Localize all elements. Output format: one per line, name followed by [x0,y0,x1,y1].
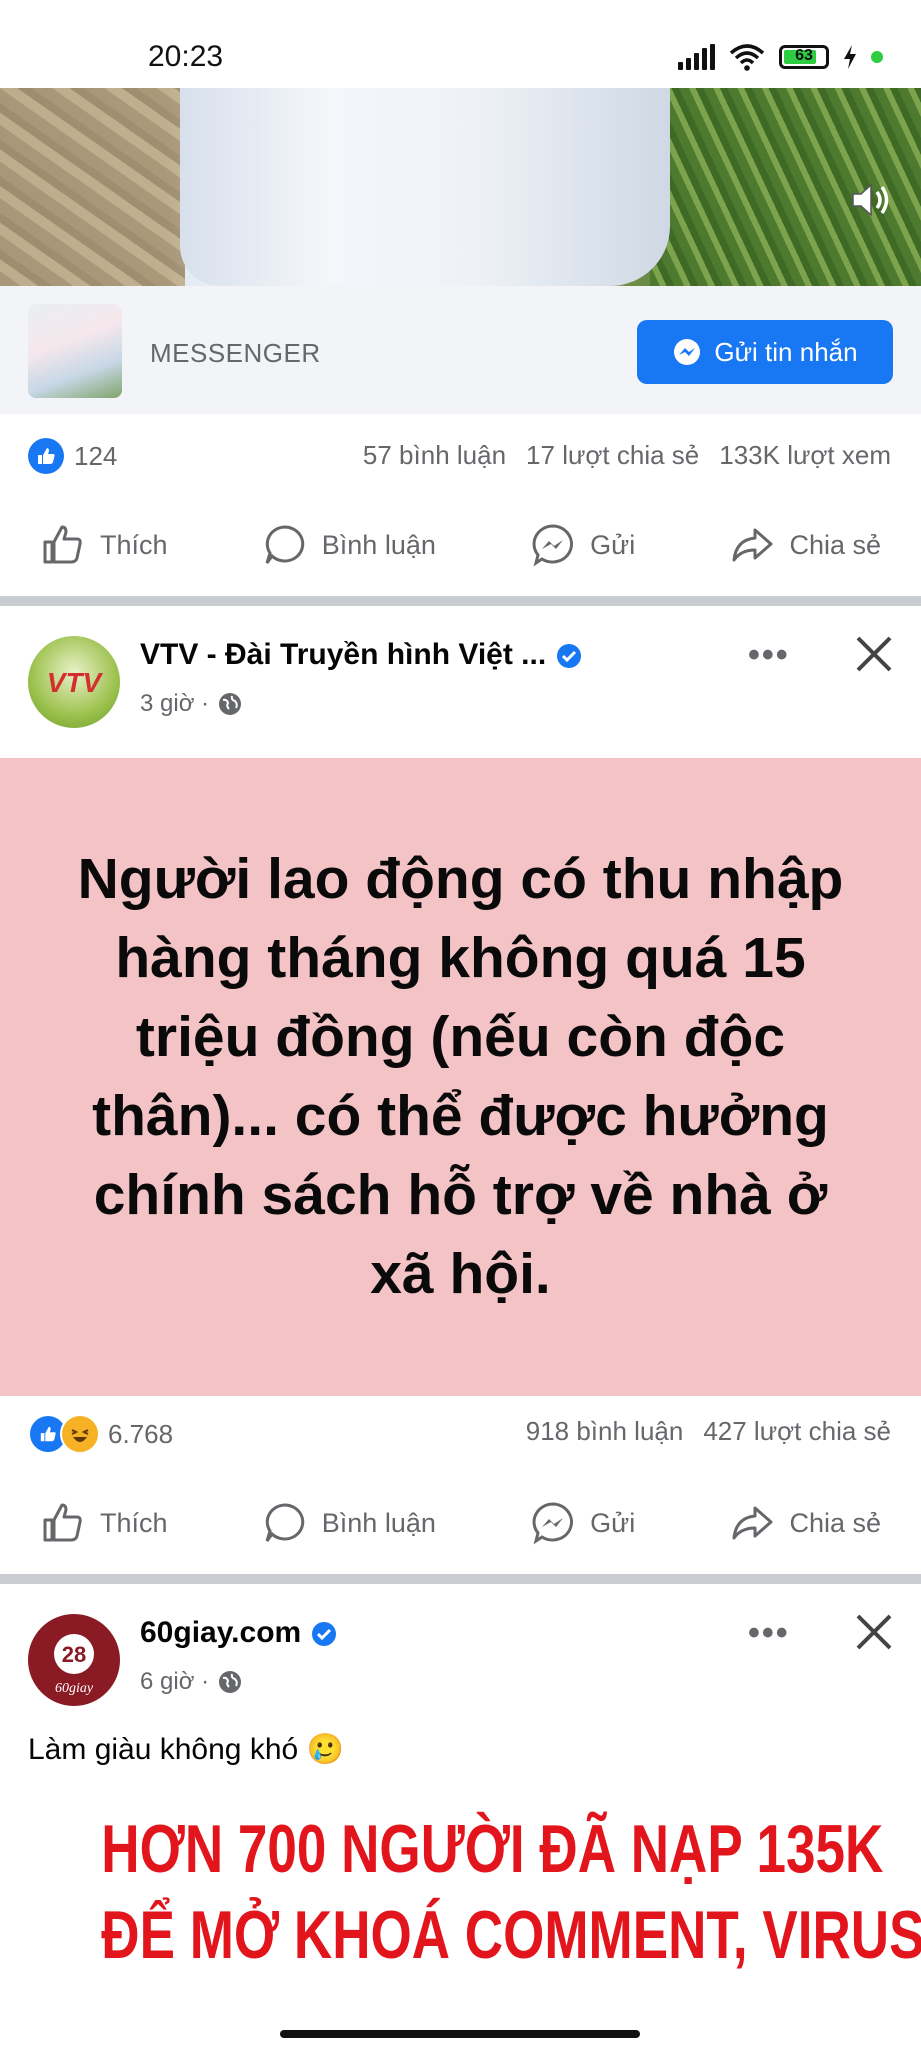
share-label: Chia sẻ [789,529,881,560]
video-player[interactable] [0,88,921,286]
verified-badge-icon [311,1622,336,1647]
post2-text-card[interactable]: Người lao động có thu nhập hàng tháng kh… [0,758,921,1396]
post2-more-button[interactable]: ••• [748,636,790,675]
home-indicator[interactable] [280,2030,640,2038]
battery-level: 63 [795,47,813,64]
privacy-dot-icon [871,51,883,63]
post2-reactions[interactable]: 6.768 [28,1414,173,1454]
post-divider [0,1574,921,1584]
like-label: Thích [100,1507,168,1538]
like-button[interactable]: Thích [40,1500,168,1546]
comment-icon [265,525,305,564]
send-label: Gửi [590,1507,636,1538]
promo-line-2: ĐỂ MỞ KHOÁ COMMENT, VIRUSS KIẾM [101,1897,921,1973]
advertiser-thumbnail[interactable] [28,304,122,398]
comment-label: Bình luận [321,529,436,560]
post3-close-icon[interactable] [854,1612,894,1652]
vtv-avatar[interactable]: VTV [28,636,120,728]
comment-icon [265,1503,305,1542]
verified-badge-icon [556,644,581,669]
post1-view-count: 133K lượt xem [719,440,891,470]
like-label: Thích [100,529,168,560]
share-button[interactable]: Chia sẻ [729,1500,881,1546]
signal-icon [678,44,715,70]
post2-card-text: Người lao động có thu nhập hàng tháng kh… [77,847,844,1306]
post3-time[interactable]: 6 giờ · [140,1668,209,1696]
post2-close-icon[interactable] [854,634,894,674]
post2-time[interactable]: 3 giờ · [140,690,209,718]
battery-icon: 63 [779,45,829,69]
haha-reaction-icon [60,1414,100,1454]
thumbs-up-icon [43,525,82,564]
send-button[interactable]: Gửi [530,522,635,568]
post1-reactions[interactable]: 124 [28,438,117,474]
post2-meta: 3 giờ · [140,690,243,718]
post3-author[interactable]: 60giay.com [140,1616,301,1649]
post1-comment-count[interactable]: 57 bình luận [363,440,506,471]
like-reaction-icon [28,438,64,474]
globe-icon [219,693,242,715]
status-bar: 20:23 63 [0,0,921,88]
messenger-outline-icon [532,1502,574,1545]
status-icons: 63 [678,42,883,72]
video-dress [180,88,670,286]
charging-icon [844,45,856,69]
post2-author-row[interactable]: VTV - Đài Truyền hình Việt ... [140,638,583,672]
messenger-outline-icon [532,524,574,567]
post3-meta: 6 giờ · [140,1668,243,1696]
share-label: Chia sẻ [789,1507,881,1538]
thumbs-up-icon [43,1503,82,1542]
svg-text:60giay: 60giay [55,1681,94,1696]
wifi-icon [729,44,765,71]
globe-icon [219,1671,242,1693]
share-icon [732,1506,773,1540]
comment-label: Bình luận [321,1507,436,1538]
post2-comment-count[interactable]: 918 bình luận [526,1416,684,1447]
post3-author-row[interactable]: 60giay.com [140,1616,338,1650]
promo-line-1: HƠN 700 NGƯỜI ĐÃ NẠP 135K [101,1811,884,1887]
post3-caption: Làm giàu không khó 🥲 [28,1733,344,1766]
send-message-label: Gửi tin nhắn [714,336,858,367]
share-icon [732,528,773,562]
share-button[interactable]: Chia sẻ [729,522,881,568]
post2-author[interactable]: VTV - Đài Truyền hình Việt ... [140,638,546,671]
svg-text:28: 28 [62,1642,86,1667]
speaker-icon[interactable] [849,180,893,220]
video-ground [0,88,185,286]
send-button[interactable]: Gửi [530,1500,635,1546]
like-button[interactable]: Thích [40,522,168,568]
messenger-icon [674,339,701,365]
post2-action-bar: Thích Bình luận Gửi Chia sẻ [0,1478,921,1568]
post-divider [0,596,921,606]
status-time: 20:23 [148,40,224,73]
post2-reaction-count: 6.768 [108,1418,174,1449]
svg-text:VTV: VTV [47,667,104,698]
comment-button[interactable]: Bình luận [262,1500,436,1546]
send-message-button[interactable]: Gửi tin nhắn [637,320,893,384]
send-label: Gửi [590,529,636,560]
post3-image[interactable]: HƠN 700 NGƯỜI ĐÃ NẠP 135K ĐỂ MỞ KHOÁ COM… [0,1796,921,2048]
messenger-label: MESSENGER [150,338,321,368]
post3-more-button[interactable]: ••• [748,1614,790,1653]
post1-share-count[interactable]: 17 lượt chia sẻ [526,440,699,471]
post1-like-count: 124 [74,440,118,471]
60giay-avatar[interactable]: 28 60giay [28,1614,120,1706]
comment-button[interactable]: Bình luận [262,522,436,568]
post2-stats-right: 918 bình luận 427 lượt chia sẻ [526,1416,891,1447]
post2-share-count[interactable]: 427 lượt chia sẻ [703,1416,891,1447]
post1-stats-right: 57 bình luận 17 lượt chia sẻ 133K lượt x… [363,440,891,471]
post1-action-bar: Thích Bình luận Gửi Chia sẻ [0,500,921,590]
